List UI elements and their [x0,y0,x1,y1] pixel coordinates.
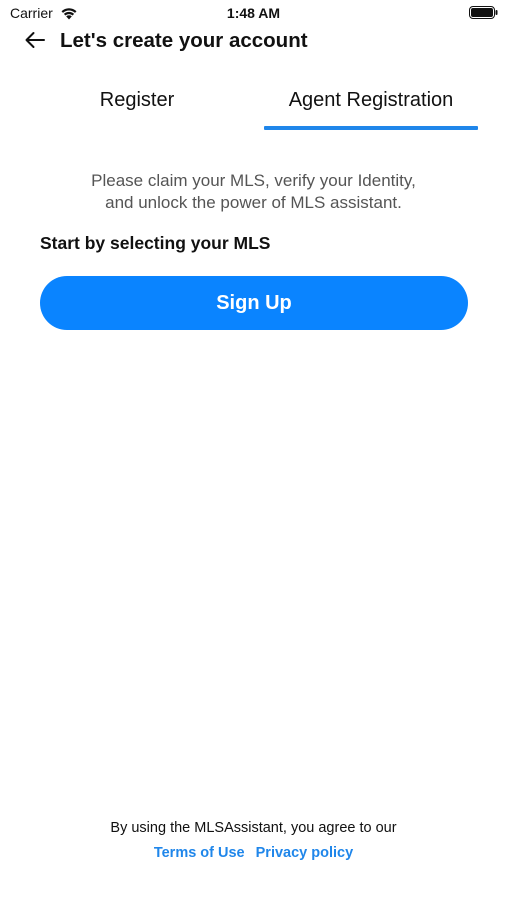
terms-of-use-link[interactable]: Terms of Use [154,845,245,861]
intro-line-1: Please claim your MLS, verify your Ident… [91,171,416,190]
section-label: Start by selecting your MLS [40,233,271,253]
privacy-policy-link[interactable]: Privacy policy [256,845,354,861]
status-time: 1:48 AM [226,5,281,21]
signup-button[interactable]: Sign Up [40,276,468,330]
tab-active-indicator [264,126,478,130]
footer-agreement-text: By using the MLSAssistant, you agree to … [110,820,397,836]
arrow-left-icon [24,31,46,54]
intro-line-2: and unlock the power of MLS assistant. [105,193,402,212]
page-title: Let's create your account [60,29,308,52]
tab-agent-registration[interactable]: Agent Registration [264,82,478,130]
intro-text: Please claim your MLS, verify your Ident… [40,170,467,214]
battery-full-icon [469,6,499,19]
header: Let's create your account [0,26,507,58]
status-bar: Carrier 1:48 AM [0,0,507,28]
tab-register[interactable]: Register [30,82,244,130]
back-button[interactable] [22,29,48,55]
tab-bar: Register Agent Registration [0,82,507,132]
footer-links: Terms of Use Privacy policy [0,845,507,861]
